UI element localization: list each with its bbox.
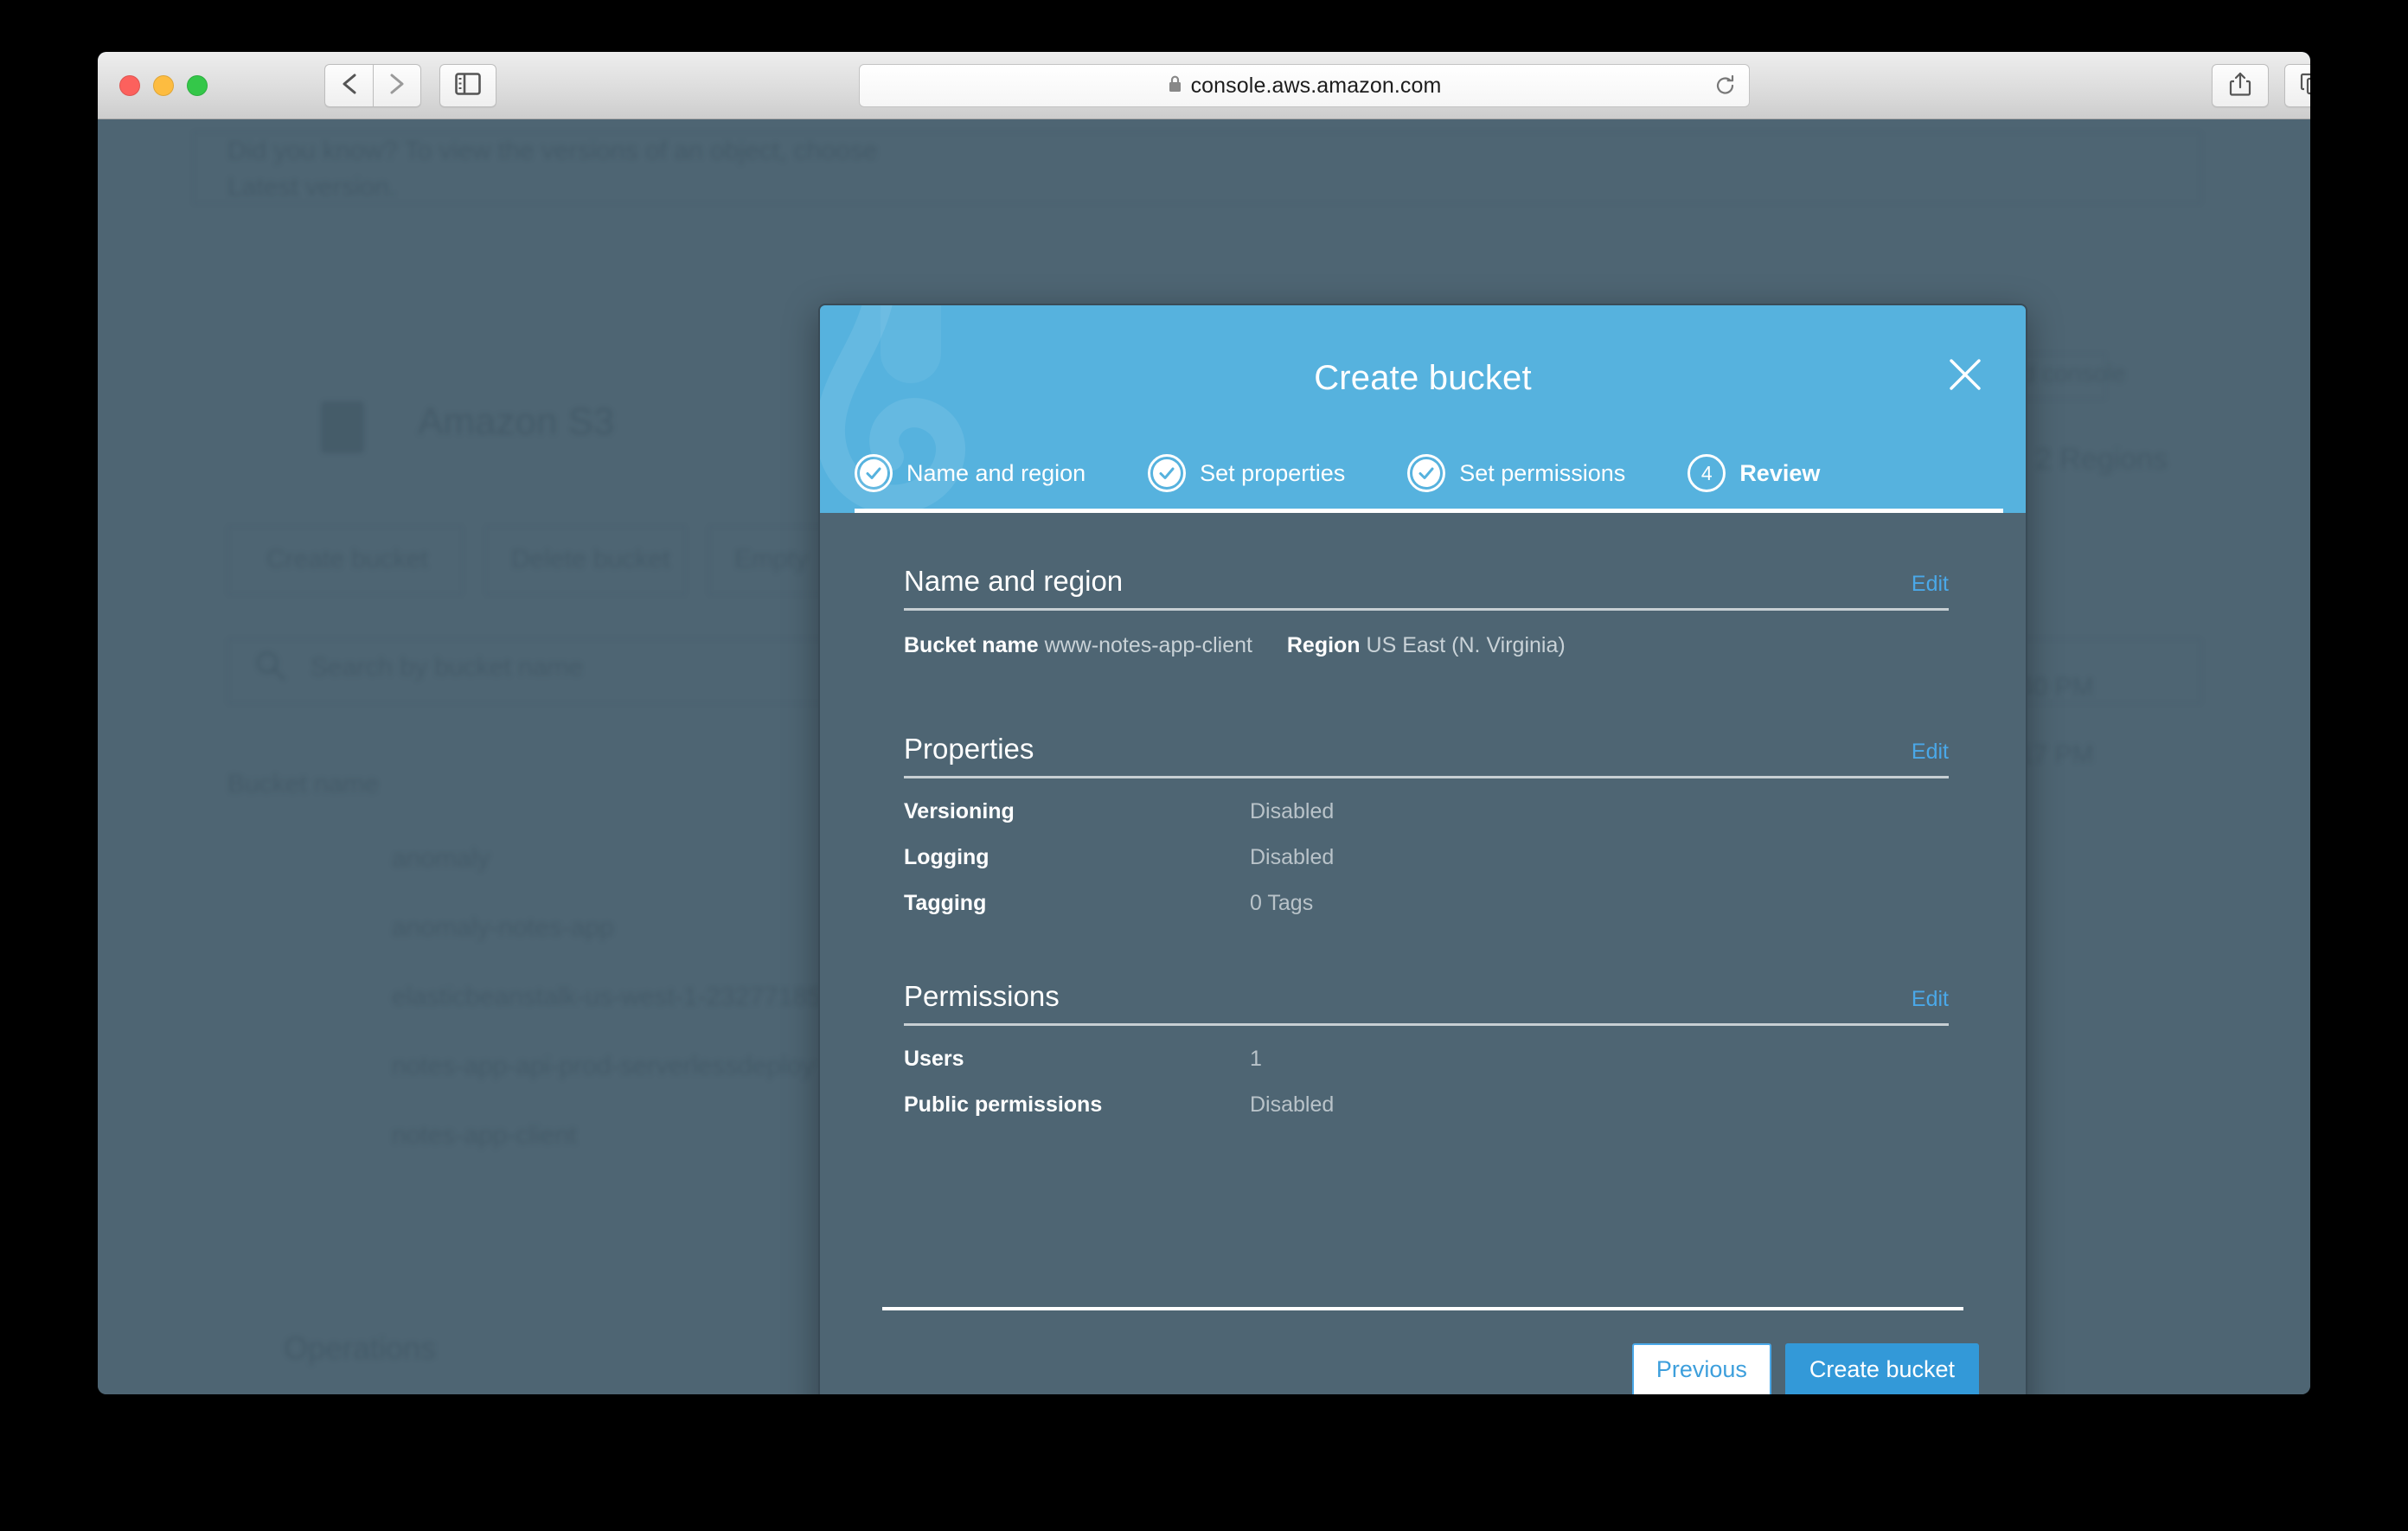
property-value-logging: Disabled xyxy=(1250,845,1334,870)
property-row: Logging Disabled xyxy=(904,845,1949,870)
permission-key-public: Public permissions xyxy=(904,1092,1250,1118)
name-and-region-summary: Bucket name www-notes-app-client Region … xyxy=(904,633,1949,658)
modal-header: Create bucket Name and reg xyxy=(820,305,2026,513)
section-title-name-and-region: Name and region xyxy=(904,565,1123,598)
permission-value-users: 1 xyxy=(1250,1047,1262,1072)
permission-key-users: Users xyxy=(904,1047,1250,1072)
window-controls xyxy=(119,75,208,96)
sidebar-toggle-icon xyxy=(455,73,481,99)
create-bucket-modal: Create bucket Name and reg xyxy=(818,304,2027,1394)
share-icon xyxy=(2229,71,2251,101)
step-number-badge: 4 xyxy=(1688,454,1726,492)
show-tabs-icon xyxy=(2300,72,2310,100)
url-text: console.aws.amazon.com xyxy=(1191,74,1442,99)
bg-empty-label: Empty xyxy=(734,545,808,574)
chevron-right-icon xyxy=(387,72,407,100)
bg-column-bucket-name: Bucket name xyxy=(227,770,379,799)
address-bar[interactable]: console.aws.amazon.com xyxy=(859,64,1750,107)
sidebar-toggle-button[interactable] xyxy=(439,64,496,107)
s3-bucket-icon xyxy=(314,396,371,463)
search-icon xyxy=(253,649,288,688)
wizard-stepper: Name and region Set properties xyxy=(855,454,2003,492)
chevron-left-icon xyxy=(340,72,359,100)
back-button[interactable] xyxy=(324,64,373,107)
previous-button[interactable]: Previous xyxy=(1632,1343,1771,1394)
region-value: US East (N. Virginia) xyxy=(1367,633,1566,657)
property-key-versioning: Versioning xyxy=(904,799,1250,824)
section-title-permissions: Permissions xyxy=(904,980,1060,1013)
reload-icon[interactable] xyxy=(1714,74,1737,103)
property-row: Tagging 0 Tags xyxy=(904,891,1949,916)
bg-footer-label: Operations xyxy=(284,1330,436,1367)
bg-search-placeholder: Search by bucket name xyxy=(311,653,583,682)
browser-toolbar: console.aws.amazon.com xyxy=(98,52,2310,119)
edit-link-name-and-region[interactable]: Edit xyxy=(1912,572,1949,597)
forward-button[interactable] xyxy=(373,64,421,107)
region-key: Region xyxy=(1287,633,1361,657)
modal-footer-actions: Previous Create bucket xyxy=(1632,1343,1979,1394)
step-label-name-and-region: Name and region xyxy=(906,460,1086,487)
section-divider xyxy=(904,776,1949,778)
bg-delete-bucket-label: Delete bucket xyxy=(511,545,669,574)
check-icon xyxy=(1148,454,1186,492)
maximize-window-button[interactable] xyxy=(187,75,208,96)
section-properties: Properties Edit Versioning Disabled Logg… xyxy=(904,733,1949,916)
modal-title: Create bucket xyxy=(820,359,2026,398)
bg-bucket-row-2: elasticbeanstalk-us-west-1-23277185 xyxy=(392,983,822,1012)
step-number: 4 xyxy=(1701,462,1713,485)
step-name-and-region[interactable]: Name and region xyxy=(855,454,1086,492)
close-window-button[interactable] xyxy=(119,75,140,96)
permission-row: Public permissions Disabled xyxy=(904,1092,1949,1118)
step-label-set-properties: Set properties xyxy=(1200,460,1345,487)
bucket-name-key: Bucket name xyxy=(904,633,1039,657)
bg-bucket-row-3: notes-app-api-prod-serverlessdeploy xyxy=(392,1052,815,1081)
step-label-set-permissions: Set permissions xyxy=(1459,460,1625,487)
property-row: Versioning Disabled xyxy=(904,799,1949,824)
section-divider xyxy=(904,608,1949,611)
property-value-tagging: 0 Tags xyxy=(1250,891,1313,916)
property-value-versioning: Disabled xyxy=(1250,799,1334,824)
bg-bucket-row-1: anomaly-notes-app xyxy=(392,913,614,943)
section-name-and-region: Name and region Edit Bucket name www-not… xyxy=(904,565,1949,658)
browser-window: console.aws.amazon.com xyxy=(98,52,2310,1394)
check-icon xyxy=(855,454,893,492)
edit-link-permissions[interactable]: Edit xyxy=(1912,987,1949,1012)
did-you-know-text-2: Latest version. xyxy=(227,173,396,202)
modal-body: Name and region Edit Bucket name www-not… xyxy=(820,513,2026,1394)
service-title: Amazon S3 xyxy=(418,400,614,444)
section-permissions: Permissions Edit Users 1 Public permissi… xyxy=(904,980,1949,1118)
step-review[interactable]: 4 Review xyxy=(1688,454,1820,492)
share-button[interactable] xyxy=(2212,64,2269,107)
minimize-window-button[interactable] xyxy=(153,75,174,96)
section-title-properties: Properties xyxy=(904,733,1034,766)
permission-row: Users 1 xyxy=(904,1047,1949,1072)
page-viewport: Did you know? To view the versions of an… xyxy=(98,119,2310,1394)
bg-bucket-row-0: anomaly xyxy=(392,844,490,874)
lock-icon xyxy=(1168,74,1182,98)
close-icon[interactable] xyxy=(1941,350,1989,399)
section-divider xyxy=(904,1023,1949,1026)
show-tabs-button[interactable] xyxy=(2284,64,2310,107)
footer-divider xyxy=(882,1307,1963,1310)
bucket-name-value: www-notes-app-client xyxy=(1045,633,1252,657)
step-set-properties[interactable]: Set properties xyxy=(1148,454,1345,492)
bg-bucket-row-4: notes-app-client xyxy=(392,1121,576,1150)
check-icon xyxy=(1407,454,1445,492)
permission-value-public: Disabled xyxy=(1250,1092,1334,1118)
property-key-tagging: Tagging xyxy=(904,891,1250,916)
create-bucket-button[interactable]: Create bucket xyxy=(1785,1343,1979,1394)
step-set-permissions[interactable]: Set permissions xyxy=(1407,454,1625,492)
step-label-review: Review xyxy=(1739,460,1820,487)
edit-link-properties[interactable]: Edit xyxy=(1912,740,1949,765)
bg-create-bucket-label: Create bucket xyxy=(266,545,428,574)
property-key-logging: Logging xyxy=(904,845,1250,870)
bg-region-count: 2 Regions xyxy=(2035,443,2168,477)
did-you-know-text: Did you know? To view the versions of an… xyxy=(227,137,878,166)
